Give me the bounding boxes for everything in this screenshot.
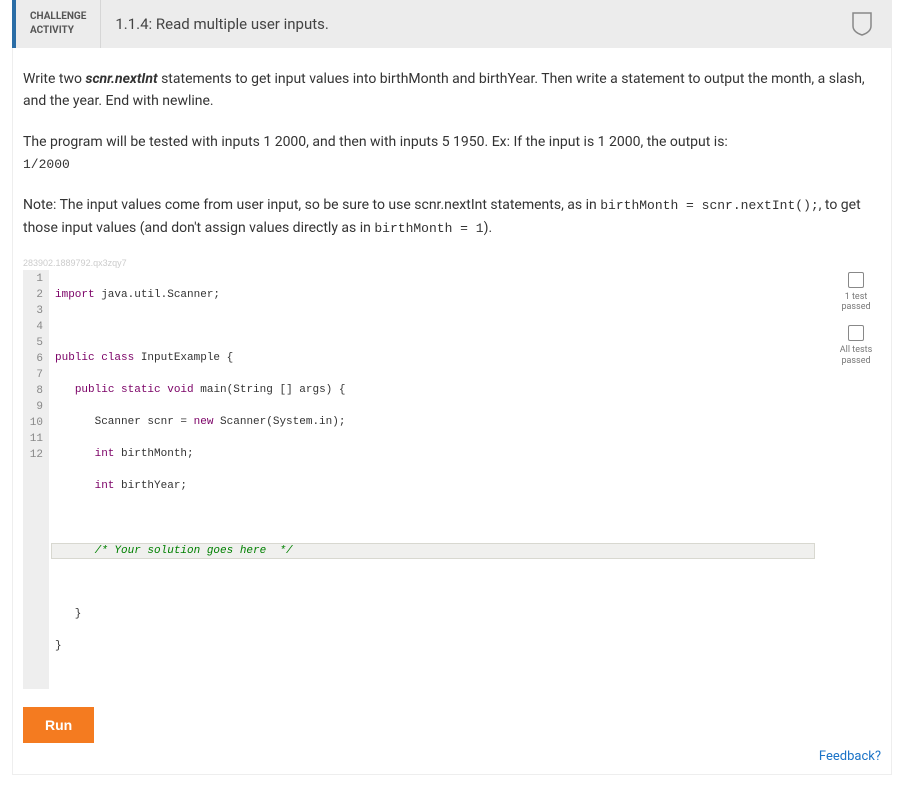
test-one-label: 1 test passed: [831, 292, 881, 314]
line-number: 8: [27, 384, 43, 400]
code-token: java.util.Scanner;: [95, 289, 220, 301]
feedback-link[interactable]: Feedback?: [23, 749, 881, 764]
shield-badge: [842, 0, 882, 48]
code-token: main: [194, 384, 227, 396]
line-number: 12: [27, 448, 43, 464]
code-token: public class: [55, 352, 134, 364]
test-all-label: All tests passed: [831, 345, 881, 367]
content-area: Write two scnr.nextInt statements to get…: [12, 48, 892, 775]
header-label-line2: ACTIVITY: [30, 24, 86, 38]
text: Write two: [23, 71, 85, 87]
header-label: CHALLENGE ACTIVITY: [16, 0, 101, 48]
code-token: InputExample {: [134, 352, 233, 364]
code-token: }: [55, 640, 62, 652]
code-token: (String [] args) {: [227, 384, 346, 396]
text: Note: The input values come from user in…: [23, 197, 600, 213]
code-token: birthMonth;: [114, 448, 193, 460]
line-number: 11: [27, 432, 43, 448]
instruction-para-2: The program will be tested with inputs 1…: [23, 131, 881, 176]
code-token: birthYear;: [114, 480, 187, 492]
code-token: int: [95, 448, 115, 460]
code-token: Scanner(System.in);: [213, 416, 345, 428]
inline-code: birthMonth = scnr.nextInt();: [600, 198, 818, 213]
run-button[interactable]: Run: [23, 707, 94, 743]
code-editor[interactable]: 1 2 3 4 5 6 7 8 9 10 11 12 import java.u…: [23, 270, 821, 689]
line-number: 6: [27, 352, 43, 368]
test-all-box: [848, 325, 864, 341]
challenge-title: 1.1.4: Read multiple user inputs.: [101, 0, 842, 48]
line-gutter: 1 2 3 4 5 6 7 8 9 10 11 12: [23, 270, 49, 689]
line-number: 9: [27, 400, 43, 416]
watermark-id: 283902.1889792.qx3zqy7: [23, 258, 881, 268]
line-number: 10: [27, 416, 43, 432]
code-token: int: [95, 480, 115, 492]
code-comment: /* Your solution goes here */: [95, 545, 293, 557]
code-area[interactable]: import java.util.Scanner; public class I…: [49, 270, 821, 689]
line-number: 2: [27, 288, 43, 304]
line-number: 1: [27, 272, 43, 288]
bold-italic: scnr.nextInt: [85, 71, 157, 87]
instruction-para-3: Note: The input values come from user in…: [23, 194, 881, 240]
code-token: Scanner scnr =: [55, 416, 194, 428]
shield-icon: [852, 12, 872, 36]
header-bar: CHALLENGE ACTIVITY 1.1.4: Read multiple …: [12, 0, 892, 48]
editor-row: 1 2 3 4 5 6 7 8 9 10 11 12 import java.u…: [23, 270, 881, 689]
inline-code: birthMonth = 1: [374, 221, 483, 236]
challenge-container: CHALLENGE ACTIVITY 1.1.4: Read multiple …: [0, 0, 904, 795]
line-number: 7: [27, 368, 43, 384]
example-output: 1/2000: [23, 157, 70, 172]
status-column: 1 test passed All tests passed: [831, 270, 881, 375]
instructions: Write two scnr.nextInt statements to get…: [23, 68, 881, 240]
line-number: 3: [27, 304, 43, 320]
text: The program will be tested with inputs 1…: [23, 134, 728, 150]
code-token: new: [194, 416, 214, 428]
line-number: 4: [27, 320, 43, 336]
code-token: import: [55, 289, 95, 301]
line-number: 5: [27, 336, 43, 352]
test-one-box: [848, 272, 864, 288]
header-label-line1: CHALLENGE: [30, 10, 86, 24]
text: ).: [484, 220, 493, 236]
code-token: public static void: [75, 384, 194, 396]
instruction-para-1: Write two scnr.nextInt statements to get…: [23, 68, 881, 113]
code-token: }: [55, 608, 81, 620]
